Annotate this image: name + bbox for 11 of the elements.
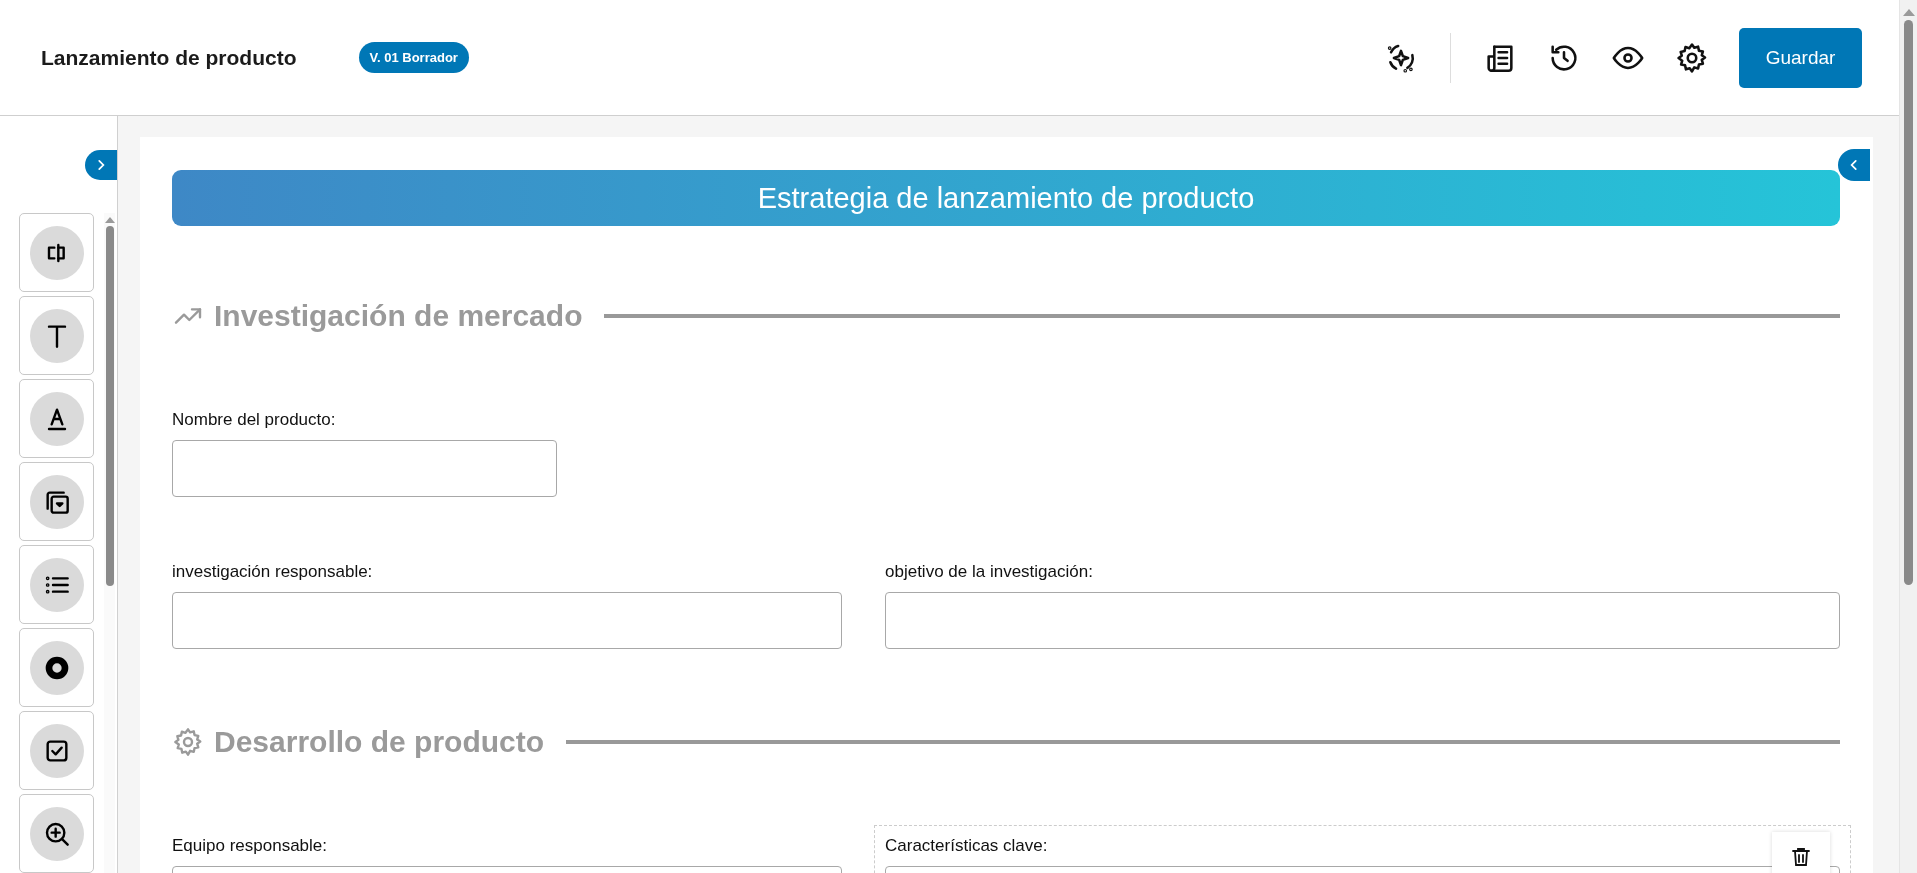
field-label: Equipo responsable: (172, 836, 327, 856)
field-label: Características clave: (885, 836, 1048, 856)
section-heading: Investigación de mercado (214, 299, 583, 333)
field-label: investigación responsable: (172, 562, 373, 582)
document-title: Lanzamiento de producto (41, 45, 297, 70)
save-button[interactable]: Guardar (1739, 27, 1862, 88)
version-badge: V. 01 Borrador (358, 42, 469, 73)
field-label: Nombre del producto: (172, 410, 336, 430)
field-label: objetivo de la investigación: (885, 562, 1093, 582)
form-banner: Estrategia de lanzamiento de producto (172, 170, 1840, 226)
section-heading: Desarrollo de producto (214, 725, 545, 759)
